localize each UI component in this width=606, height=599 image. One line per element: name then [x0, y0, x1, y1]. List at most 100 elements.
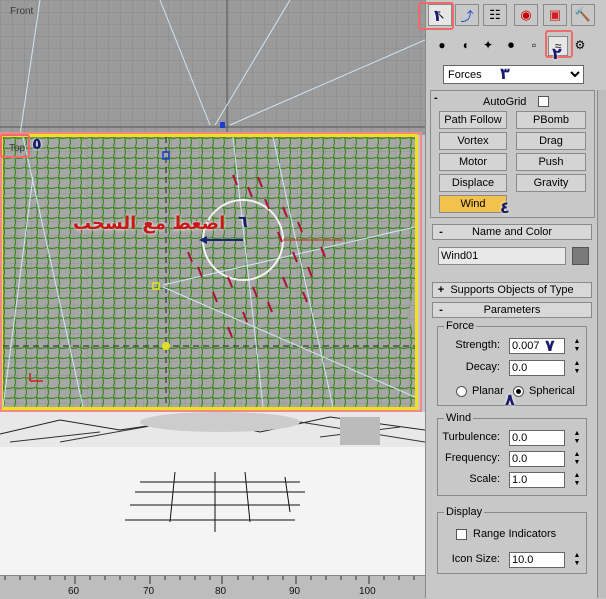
hierarchy-icon: ☷	[489, 7, 501, 22]
object-color-swatch[interactable]	[572, 247, 589, 265]
parameters-title: Parameters	[483, 304, 541, 316]
shapes-button[interactable]: ◖	[456, 36, 474, 54]
ruler-label: 80	[215, 586, 227, 597]
supports-objects-header[interactable]: + Supports Objects of Type	[432, 282, 592, 298]
name-and-color-header[interactable]: - Name and Color	[432, 224, 592, 240]
name-and-color-sign: -	[439, 226, 443, 238]
frequency-label: Frequency:	[444, 452, 500, 464]
displace-button[interactable]: Displace	[439, 174, 507, 192]
turbulence-label: Turbulence:	[442, 431, 500, 443]
step-badge-1: ١	[432, 6, 442, 25]
shapes-icon: ◖	[461, 38, 469, 52]
top-viewport[interactable]: Top اضغط مع السحب	[0, 134, 418, 410]
scale-label: Scale:	[469, 473, 500, 485]
step-badge-7: ٧	[545, 336, 555, 355]
pbomb-button[interactable]: PBomb	[516, 111, 586, 129]
top-scene	[3, 137, 415, 407]
vortex-button[interactable]: Vortex	[439, 132, 507, 150]
autogrid-label: AutoGrid	[483, 96, 527, 108]
ruler-label: 100	[359, 586, 376, 597]
display-icon: ▣	[548, 7, 562, 22]
icon-size-spinner[interactable]: ▲▼	[509, 552, 583, 568]
perspective-scene	[0, 412, 425, 532]
decay-spinner[interactable]: ▲▼	[509, 360, 583, 376]
category-dropdown[interactable]: Forces	[443, 65, 584, 84]
range-indicators-checkbox[interactable]	[456, 529, 467, 540]
icon-size-field[interactable]	[509, 552, 565, 568]
decay-field[interactable]	[509, 360, 565, 376]
supports-objects-title: Supports Objects of Type	[450, 284, 574, 296]
turbulence-field[interactable]	[509, 430, 565, 446]
helpers-icon: ▫	[531, 38, 537, 52]
autogrid-checkbox[interactable]	[538, 96, 549, 107]
spinner-arrows-icon[interactable]: ▲ ▼	[571, 472, 583, 488]
motion-icon: ◉	[520, 7, 532, 22]
range-indicators-label: Range Indicators	[473, 528, 557, 540]
front-viewport[interactable]: Front	[0, 0, 426, 135]
name-and-color-title: Name and Color	[471, 226, 553, 238]
modify-tab[interactable]: ⤴	[455, 4, 479, 26]
step-badge-8: ٨	[505, 390, 515, 409]
display-tab[interactable]: ▣	[543, 4, 567, 26]
scale-field[interactable]	[509, 472, 565, 488]
spinner-arrows-icon[interactable]: ▲ ▼	[571, 552, 583, 568]
motor-button[interactable]: Motor	[439, 153, 507, 171]
geometry-icon: ●	[438, 38, 446, 52]
perspective-viewport[interactable]	[0, 412, 425, 575]
path-follow-button[interactable]: Path Follow	[439, 111, 507, 129]
viewport-label-highlight	[0, 134, 30, 158]
step-badge-3: ٣	[500, 64, 510, 83]
helpers-button[interactable]: ▫	[525, 36, 543, 54]
force-group-label: Force	[444, 320, 477, 332]
panel-scrollbar[interactable]	[597, 90, 606, 598]
drag-button[interactable]: Drag	[516, 132, 586, 150]
geometry-button[interactable]: ●	[433, 36, 451, 54]
parameters-header[interactable]: - Parameters	[432, 302, 592, 318]
drag-instruction: اضغط مع السحب	[73, 213, 226, 234]
ruler-label: 90	[289, 586, 301, 597]
decay-label: Decay:	[465, 361, 500, 373]
parameters-sign: -	[439, 304, 443, 316]
object-type-sign[interactable]: -	[434, 92, 438, 104]
step-badge-5: ٥	[32, 134, 42, 153]
object-name-field[interactable]	[438, 247, 566, 265]
lights-button[interactable]: ✦	[479, 36, 497, 54]
cameras-button[interactable]: ⏺	[502, 36, 520, 54]
planar-label: Planar	[472, 385, 504, 397]
turbulence-spinner[interactable]: ▲▼	[509, 430, 583, 446]
step-badge-2: ٢	[552, 44, 562, 63]
wind-button[interactable]: Wind	[439, 195, 507, 213]
supports-objects-sign: +	[437, 284, 445, 296]
planar-radio[interactable]	[456, 386, 467, 397]
time-ruler[interactable]: 60 70 80 90 100	[0, 575, 425, 599]
systems-icon: ⚙	[574, 38, 586, 52]
spinner-arrows-icon[interactable]: ▲ ▼	[571, 430, 583, 446]
front-grid	[0, 0, 425, 135]
spinner-arrows-icon[interactable]: ▲ ▼	[571, 360, 583, 376]
spinner-arrows-icon[interactable]: ▲ ▼	[571, 338, 583, 354]
front-viewport-label[interactable]: Front	[10, 6, 33, 17]
cameras-icon: ⏺	[507, 37, 514, 52]
ruler-label: 60	[68, 586, 80, 597]
motion-tab[interactable]: ◉	[514, 4, 538, 26]
modify-icon: ⤴	[460, 8, 474, 24]
scale-spinner[interactable]: ▲▼	[509, 472, 583, 488]
strength-field[interactable]	[509, 338, 565, 354]
push-button[interactable]: Push	[516, 153, 586, 171]
gravity-button[interactable]: Gravity	[516, 174, 586, 192]
utilities-icon: 🔨	[574, 7, 592, 22]
wind-group-label: Wind	[444, 412, 474, 424]
hierarchy-tab[interactable]: ☷	[483, 4, 507, 26]
ruler-ticks	[4, 576, 415, 584]
step-badge-6: ٦	[238, 212, 248, 231]
utilities-tab[interactable]: 🔨	[571, 4, 595, 26]
spherical-label: Spherical	[529, 385, 575, 397]
step-badge-4: ٤	[500, 198, 510, 217]
frequency-spinner[interactable]: ▲▼	[509, 451, 583, 467]
spinner-arrows-icon[interactable]: ▲ ▼	[571, 451, 583, 467]
systems-button[interactable]: ⚙	[571, 36, 589, 54]
display-group-label: Display	[444, 506, 485, 518]
frequency-field[interactable]	[509, 451, 565, 467]
strength-label: Strength:	[455, 339, 500, 351]
ruler-label: 70	[143, 586, 155, 597]
